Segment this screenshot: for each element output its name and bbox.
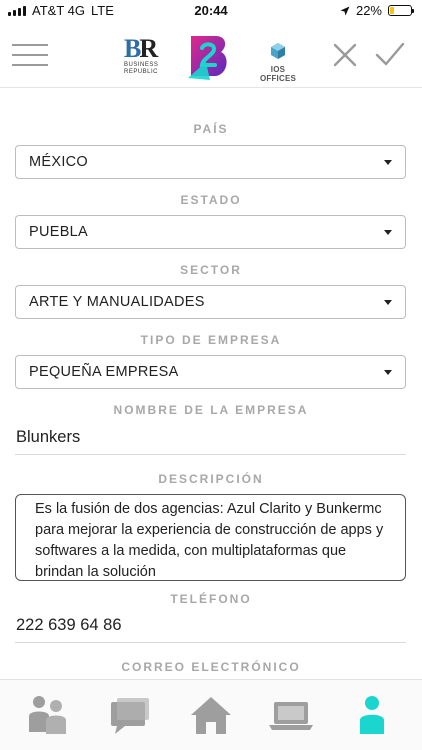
status-bar: AT&T 4G LTE 20:44 22% [0,0,422,22]
telefono-value: 222 639 64 86 [16,616,122,634]
tab-messages[interactable] [107,694,153,736]
nombre-empresa-input[interactable]: Blunkers [15,419,406,455]
tipo-empresa-select[interactable]: PEQUEÑA EMPRESA [15,355,406,389]
pais-select[interactable]: MÉXICO [15,145,406,179]
close-icon[interactable] [332,42,358,68]
app-header: BR BUSINESS REPUBLIC IOS OFFICES [0,22,422,88]
correo-label: CORREO ELECTRÓNICO [121,660,301,674]
check-icon[interactable] [374,40,406,68]
pais-label: PAÍS [193,122,229,136]
cube-icon [271,43,285,59]
caret-down-icon [384,230,392,235]
nombre-empresa-label: NOMBRE DE LA EMPRESA [113,403,309,417]
people-icon [29,696,66,734]
tab-laptop[interactable] [268,694,314,736]
estado-label: ESTADO [180,193,242,207]
tab-home[interactable] [188,694,234,736]
tab-people[interactable] [26,694,72,736]
tab-profile[interactable] [349,694,395,736]
b2b-logo [188,36,227,80]
telefono-label: TELÉFONO [170,592,252,606]
chat-icon [111,698,149,734]
battery-icon [388,5,414,16]
tipo-empresa-label: TIPO DE EMPRESA [140,333,282,347]
ios-offices-logo: IOS OFFICES [252,42,304,83]
hamburger-menu-icon[interactable] [12,44,48,66]
bottom-tab-bar [0,679,422,750]
nombre-empresa-value: Blunkers [16,428,81,446]
tipo-empresa-value: PEQUEÑA EMPRESA [29,364,179,380]
estado-select[interactable]: PUEBLA [15,215,406,249]
company-form: PAÍS MÉXICO ESTADO PUEBLA SECTOR ARTE Y … [0,88,422,679]
sector-value: ARTE Y MANUALIDADES [29,294,205,310]
telefono-input[interactable]: 222 639 64 86 [15,607,406,643]
location-arrow-icon [340,6,350,15]
battery-percent: 22% [355,3,382,18]
battery-level [390,7,395,14]
estado-value: PUEBLA [29,224,89,240]
home-icon [191,697,231,734]
sector-label: SECTOR [180,263,242,277]
laptop-icon [269,702,313,730]
descripcion-value: Es la fusión de dos agencias: Azul Clari… [35,501,384,580]
person-icon [360,696,384,734]
sector-select[interactable]: ARTE Y MANUALIDADES [15,285,406,319]
caret-down-icon [384,160,392,165]
caret-down-icon [384,300,392,305]
pais-value: MÉXICO [29,154,88,170]
business-republic-logo: BR BUSINESS REPUBLIC [124,34,159,76]
descripcion-textarea[interactable]: Es la fusión de dos agencias: Azul Clari… [15,494,406,581]
status-right: 22% [340,3,414,18]
descripcion-label: DESCRIPCIÓN [158,472,264,486]
caret-down-icon [384,370,392,375]
